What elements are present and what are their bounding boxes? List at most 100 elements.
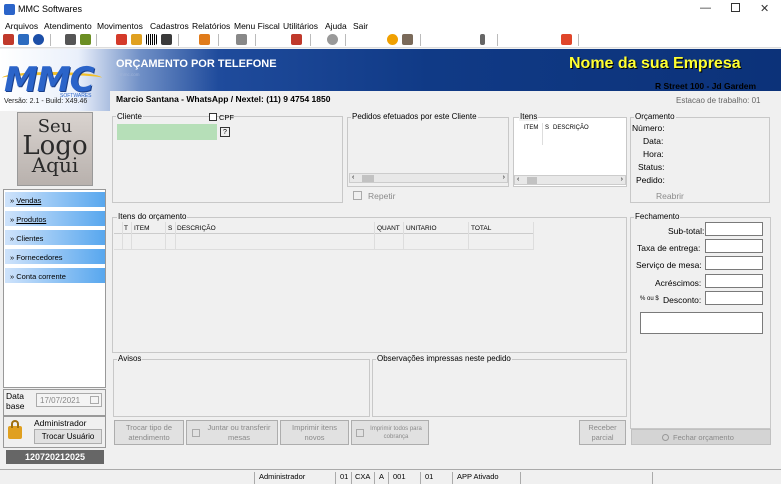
switch-user-button[interactable]: Trocar Usuário xyxy=(34,429,102,444)
help-icon[interactable]: ? xyxy=(220,127,230,137)
itens-divider xyxy=(542,123,543,145)
desconto-field[interactable] xyxy=(705,291,763,305)
col-divider xyxy=(403,222,404,250)
printer-icon[interactable] xyxy=(236,34,247,45)
juntar-mesas-button[interactable]: Juntar ou transferir mesas xyxy=(186,420,278,445)
maximize-icon[interactable] xyxy=(731,3,740,12)
menu-utilitarios[interactable]: Utilitários xyxy=(283,21,318,31)
taxa-entrega-field[interactable] xyxy=(705,239,763,253)
alert-icon[interactable] xyxy=(387,34,398,45)
switch-user-label: Trocar Usuário xyxy=(41,432,95,441)
calendar-icon[interactable] xyxy=(90,396,99,404)
scroll-left-icon[interactable]: ‹ xyxy=(352,174,354,181)
col-item: ITEM xyxy=(134,225,150,232)
itens-scroll-left-icon[interactable]: ‹ xyxy=(517,176,519,183)
trocar-tipo-label: Trocar tipo de atendimento xyxy=(126,423,172,442)
trocar-tipo-button[interactable]: Trocar tipo de atendimento xyxy=(114,420,184,445)
servico-mesa-field[interactable] xyxy=(705,256,763,270)
col-s: S xyxy=(168,225,173,232)
itens-scroll-thumb[interactable] xyxy=(527,177,537,184)
serial-badge: 120720212025 xyxy=(6,450,104,464)
menu-sair[interactable]: Sair xyxy=(353,21,368,31)
scroll-thumb[interactable] xyxy=(362,175,374,182)
nav-conta-corrente[interactable]: » Conta corrente xyxy=(5,268,105,284)
cliente-input[interactable] xyxy=(117,124,217,140)
pedidos-scrollbar[interactable]: ‹ › xyxy=(349,173,508,183)
date-picker[interactable]: 17/07/2021 xyxy=(36,393,102,407)
acrescimos-field[interactable] xyxy=(705,274,763,288)
monitor-icon[interactable] xyxy=(18,34,29,45)
itens-orcamento-table-body xyxy=(114,234,534,250)
nav-produtos[interactable]: » Produtos xyxy=(5,211,105,227)
stop-icon[interactable] xyxy=(561,34,572,45)
version-label: Versão: 2.1 - Build: X49.46 xyxy=(4,98,88,105)
fechamento-notes[interactable] xyxy=(640,312,763,334)
company-logo: Seu Logo Aqui xyxy=(17,112,93,186)
cash-icon[interactable] xyxy=(199,34,210,45)
menu-cadastros[interactable]: Cadastros xyxy=(150,21,189,31)
menu-bar: Arquivos Atendimento Movimentos Cadastro… xyxy=(0,19,781,32)
clock-icon[interactable] xyxy=(327,34,338,45)
imprimir-novos-button[interactable]: Imprimir itens novos xyxy=(280,420,349,445)
servico-mesa-label: Serviço de mesa: xyxy=(636,260,702,270)
delivery-icon[interactable] xyxy=(131,34,142,45)
calculator-icon[interactable] xyxy=(65,34,76,45)
box-icon[interactable] xyxy=(402,34,413,45)
repetir-label: Repetir xyxy=(368,191,396,201)
repetir-button[interactable]: Repetir xyxy=(353,190,403,202)
nav-vendas[interactable]: » Vendas xyxy=(5,192,105,208)
col-divider xyxy=(165,222,166,250)
menu-arquivos[interactable]: Arquivos xyxy=(5,21,38,31)
itens-scroll-right-icon[interactable]: › xyxy=(621,176,623,183)
help-icon[interactable] xyxy=(33,34,44,45)
report-icon[interactable] xyxy=(80,34,91,45)
fechamento-label: Fechamento xyxy=(634,212,681,221)
cpf-checkbox[interactable] xyxy=(209,113,217,121)
col-divider xyxy=(131,222,132,250)
scroll-right-icon[interactable]: › xyxy=(503,174,505,181)
truck-icon[interactable] xyxy=(291,34,302,45)
company-address: R Street 100 - Jd Gardem xyxy=(655,81,757,91)
table-icon[interactable] xyxy=(161,34,172,45)
reabrir-button[interactable]: Reabrir xyxy=(656,191,684,201)
toolbar xyxy=(0,32,781,48)
imprimir-todos-button[interactable]: Imprimir todos para cobrança xyxy=(351,420,429,445)
fechar-orcamento-button[interactable]: Fechar orçamento xyxy=(631,429,771,445)
status-cashier: CXA xyxy=(355,472,371,481)
orc-data: Data: xyxy=(643,136,664,146)
menu-atendimento[interactable]: Atendimento xyxy=(44,21,92,31)
lock-shackle xyxy=(11,420,19,428)
attach-icon[interactable] xyxy=(480,34,485,45)
col-divider xyxy=(374,222,375,250)
title-bar: MMC Softwares — ✕ xyxy=(0,0,781,19)
status-bar: Administrador 01 CXA A 001 01 APP Ativad… xyxy=(0,469,781,484)
phone-icon[interactable] xyxy=(116,34,127,45)
date-label-2: base xyxy=(6,401,25,411)
itens-scrollbar[interactable]: ‹ › xyxy=(514,175,626,185)
itens-col-s: S xyxy=(545,125,550,131)
repeat-icon xyxy=(353,191,362,200)
itens-col-item: ITEM xyxy=(524,125,539,131)
receber-parcial-button[interactable]: Receber parcial xyxy=(579,420,626,445)
cpf-label: CPF xyxy=(219,113,234,122)
status-user: Administrador xyxy=(259,472,306,481)
col-quant: QUANT xyxy=(377,225,400,232)
itens-col-desc: DESCRIÇÃO xyxy=(553,125,589,131)
menu-ajuda[interactable]: Ajuda xyxy=(325,21,347,31)
menu-relatorios[interactable]: Relatórios xyxy=(192,21,230,31)
itens-orcamento-label: Itens do orçamento xyxy=(117,212,188,221)
nav-fornecedores[interactable]: » Fornecedores xyxy=(5,249,105,265)
menu-fiscal[interactable]: Menu Fiscal xyxy=(234,21,280,31)
pct-toggle[interactable]: % ou $ xyxy=(640,296,659,302)
date-value: 17/07/2021 xyxy=(40,396,81,405)
close-order-icon xyxy=(662,434,669,441)
nav-vendas-label: Vendas xyxy=(16,196,42,205)
subtotal-field[interactable] xyxy=(705,222,763,236)
menu-movimentos[interactable]: Movimentos xyxy=(97,21,143,31)
barcode-icon[interactable] xyxy=(146,34,157,45)
orc-numero: Número: xyxy=(632,123,665,133)
tools-icon[interactable] xyxy=(3,34,14,45)
close-icon[interactable]: ✕ xyxy=(760,2,769,15)
minimize-icon[interactable]: — xyxy=(700,2,711,14)
nav-clientes[interactable]: » Clientes xyxy=(5,230,105,246)
